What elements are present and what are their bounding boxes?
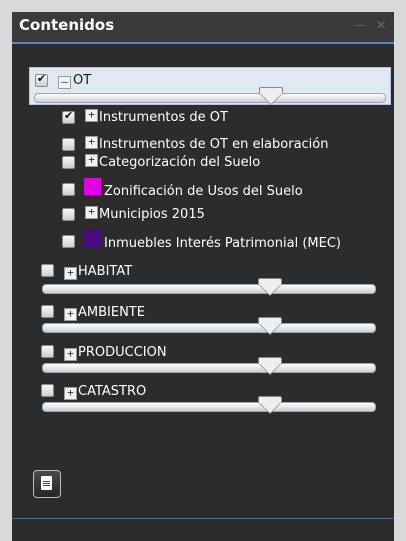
- expand-icon[interactable]: +: [64, 267, 77, 280]
- legend-swatch-icon: [84, 230, 101, 247]
- group-label: AMBIENTE: [78, 305, 145, 320]
- group-label: CATASTRO: [78, 384, 147, 399]
- expand-icon[interactable]: +: [85, 154, 98, 167]
- group-ot-label: OT: [73, 73, 92, 88]
- layer-checkbox[interactable]: [62, 156, 75, 169]
- panel-header: Contenidos — ✕: [12, 12, 394, 44]
- legend-button[interactable]: [33, 470, 61, 498]
- group-label: PRODUCCION: [78, 345, 167, 360]
- layer-label: Instrumentos de OT en elaboración: [99, 137, 329, 152]
- layer-checkbox[interactable]: [62, 138, 75, 151]
- legend-swatch-icon: [84, 178, 101, 195]
- group-checkbox[interactable]: [41, 305, 54, 318]
- close-icon[interactable]: ✕: [376, 18, 386, 32]
- expand-icon[interactable]: +: [64, 348, 77, 361]
- layer-label: Zonificación de Usos del Suelo: [104, 184, 303, 199]
- document-icon: [41, 476, 52, 490]
- layer-label: Categorización del Suelo: [99, 155, 261, 170]
- minimize-icon[interactable]: —: [354, 18, 366, 32]
- contents-panel: Contenidos — ✕ – OT + Instrumentos de OT…: [12, 12, 394, 541]
- group-checkbox[interactable]: [41, 345, 54, 358]
- collapse-icon[interactable]: –: [58, 76, 71, 89]
- group-checkbox[interactable]: [41, 384, 54, 397]
- layer-checkbox[interactable]: [62, 208, 75, 221]
- expand-icon[interactable]: +: [85, 136, 98, 149]
- group-ot-checkbox[interactable]: [35, 72, 48, 87]
- layer-label: Municipios 2015: [99, 207, 205, 222]
- expand-icon[interactable]: +: [64, 308, 77, 321]
- expand-icon[interactable]: +: [64, 387, 77, 400]
- layer-label: Instrumentos de OT: [99, 110, 228, 125]
- group-ot-row[interactable]: – OT: [29, 67, 391, 105]
- layer-checkbox[interactable]: [62, 183, 75, 196]
- group-opacity-slider[interactable]: [42, 284, 376, 294]
- group-ot-opacity-slider[interactable]: [34, 93, 386, 103]
- group-label: HABITAT: [78, 264, 133, 279]
- layer-label: Inmuebles Interés Patrimonial (MEC): [104, 236, 341, 251]
- footer-divider: [12, 518, 394, 519]
- header-controls: — ✕: [348, 18, 386, 32]
- expand-icon[interactable]: +: [85, 206, 98, 219]
- group-opacity-slider[interactable]: [42, 402, 376, 412]
- group-checkbox[interactable]: [41, 264, 54, 277]
- group-opacity-slider[interactable]: [42, 323, 376, 333]
- panel-title: Contenidos: [19, 16, 115, 34]
- layer-checkbox[interactable]: [62, 109, 75, 124]
- layer-checkbox[interactable]: [62, 235, 75, 248]
- expand-icon[interactable]: +: [85, 109, 98, 122]
- group-opacity-slider[interactable]: [42, 363, 376, 373]
